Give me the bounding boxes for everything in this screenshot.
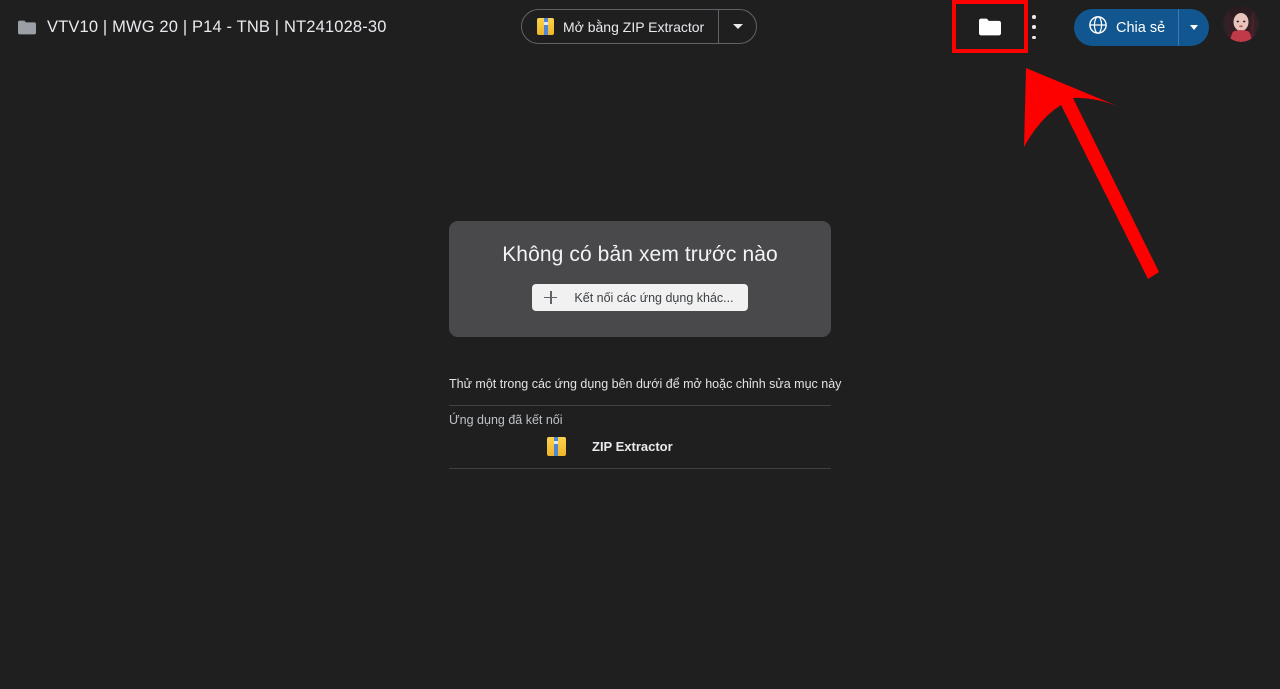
open-with-dropdown-button[interactable] bbox=[719, 10, 756, 43]
share-button[interactable]: Chia sẻ bbox=[1074, 9, 1178, 46]
zip-extractor-icon bbox=[537, 18, 554, 35]
more-vertical-icon-dot bbox=[1032, 36, 1036, 40]
page-title: VTV10 | MWG 20 | P14 - TNB | NT241028-30 bbox=[47, 18, 387, 37]
plus-icon bbox=[544, 291, 557, 304]
connect-more-apps-label: Kết nối các ứng dụng khác... bbox=[574, 291, 733, 305]
more-vertical-icon-dot bbox=[1032, 25, 1036, 29]
app-window: VTV10 | MWG 20 | P14 - TNB | NT241028-30… bbox=[0, 0, 1280, 689]
chevron-down-icon bbox=[733, 24, 743, 29]
document-title-area: VTV10 | MWG 20 | P14 - TNB | NT241028-30 bbox=[18, 0, 387, 54]
folder-icon bbox=[979, 18, 1001, 36]
apps-hint-text: Thử một trong các ứng dụng bên dưới để m… bbox=[449, 377, 831, 391]
divider bbox=[449, 468, 831, 469]
zip-extractor-icon bbox=[547, 437, 566, 456]
open-with-button-group: Mở bằng ZIP Extractor bbox=[521, 9, 757, 44]
connected-apps-label: Ứng dụng đã kết nối bbox=[449, 413, 563, 427]
share-label: Chia sẻ bbox=[1116, 20, 1165, 36]
connected-app-name: ZIP Extractor bbox=[592, 439, 673, 454]
folder-icon bbox=[18, 20, 36, 35]
list-item[interactable]: ZIP Extractor bbox=[449, 433, 831, 460]
move-to-folder-button[interactable] bbox=[952, 0, 1028, 53]
chevron-down-icon bbox=[1190, 25, 1198, 30]
share-button-group: Chia sẻ bbox=[1074, 9, 1209, 46]
no-preview-title: Không có bản xem trước nào bbox=[502, 243, 778, 267]
more-vertical-icon-dot bbox=[1032, 15, 1036, 19]
connect-more-apps-button[interactable]: Kết nối các ứng dụng khác... bbox=[532, 284, 747, 311]
annotation-arrow bbox=[0, 0, 1280, 689]
divider bbox=[449, 405, 831, 406]
avatar[interactable] bbox=[1223, 6, 1259, 42]
share-dropdown-button[interactable] bbox=[1179, 9, 1209, 46]
globe-icon bbox=[1089, 16, 1107, 39]
no-preview-card: Không có bản xem trước nào Kết nối các ứ… bbox=[449, 221, 831, 337]
open-with-label: Mở bằng ZIP Extractor bbox=[563, 19, 704, 35]
more-options-button[interactable] bbox=[1026, 13, 1042, 41]
top-bar: VTV10 | MWG 20 | P14 - TNB | NT241028-30… bbox=[0, 0, 1280, 54]
open-with-zip-extractor-button[interactable]: Mở bằng ZIP Extractor bbox=[522, 10, 718, 43]
